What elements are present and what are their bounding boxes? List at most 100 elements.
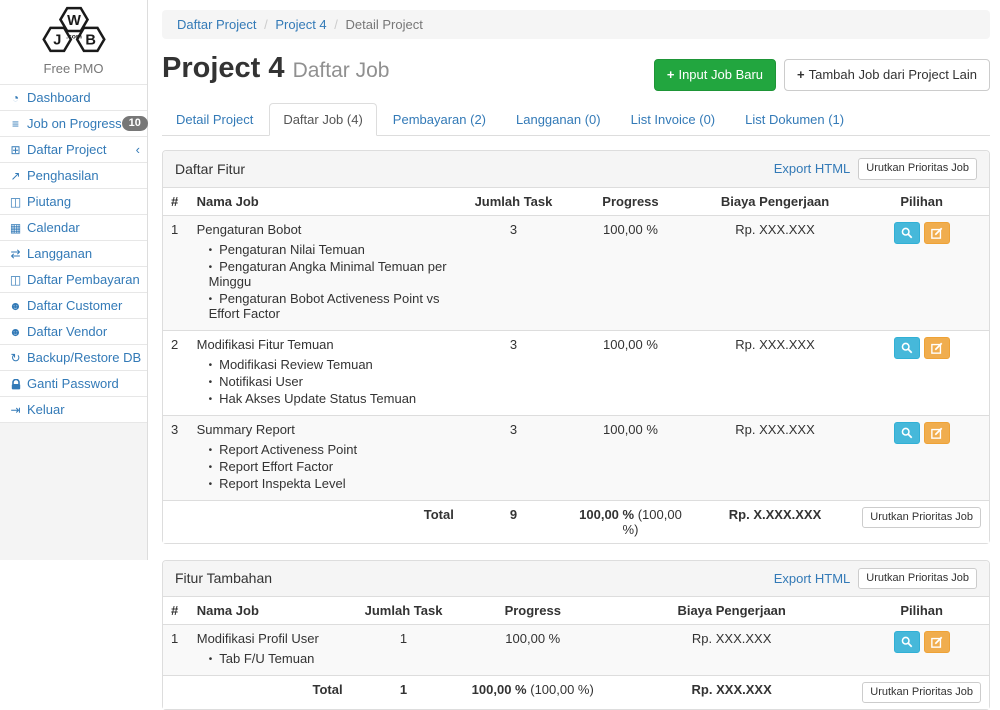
sidebar-item-daftar-vendor[interactable]: ☻ Daftar Vendor: [0, 318, 147, 344]
search-icon: [901, 636, 913, 648]
money-icon: ◫: [7, 195, 24, 209]
table-row: 2 Modifikasi Fitur Temuan Modifikasi Rev…: [163, 330, 989, 415]
lock-icon: [7, 377, 24, 391]
urutkan-prioritas-job-button[interactable]: Urutkan Prioritas Job: [858, 568, 977, 589]
job-name: Modifikasi Profil User: [197, 631, 319, 646]
total-cost: Rp. X.XXX.XXX: [696, 500, 854, 543]
edit-icon: [931, 342, 943, 354]
sidebar-item-calendar[interactable]: ▦ Calendar: [0, 214, 147, 240]
col-num: #: [163, 188, 189, 216]
fitur-tambahan-table: # Nama Job Jumlah Task Progress Biaya Pe…: [163, 597, 989, 709]
edit-icon: [931, 636, 943, 648]
tasks-icon: ≡: [7, 117, 24, 131]
sidebar-item-ganti-password[interactable]: Ganti Password: [0, 370, 147, 396]
svg-text:J: J: [53, 33, 61, 49]
line-chart-icon: ↗: [7, 169, 24, 183]
sidebar-item-langganan[interactable]: ⇄ Langganan: [0, 240, 147, 266]
sidebar: W J B .com Free PMO ◔ Dashboard ≡ Job on…: [0, 0, 148, 560]
sidebar-item-daftar-customer[interactable]: ☻ Daftar Customer: [0, 292, 147, 318]
view-job-button[interactable]: [894, 222, 920, 244]
sidebar-item-keluar[interactable]: ⇥ Keluar: [0, 396, 147, 423]
sidebar-item-daftar-project[interactable]: ⊞ Daftar Project ‹: [0, 136, 147, 162]
total-row: Total 1 100,00 % (100,00 %) Rp. XXX.XXX …: [163, 675, 989, 709]
plus-icon: +: [667, 67, 675, 82]
search-icon: [901, 342, 913, 354]
tab-langganan[interactable]: Langganan (0): [502, 103, 615, 136]
table-row: 1 Pengaturan Bobot Pengaturan Nilai Temu…: [163, 215, 989, 330]
edit-job-button[interactable]: [924, 337, 950, 359]
users-icon: ☻: [7, 325, 24, 339]
edit-job-button[interactable]: [924, 422, 950, 444]
sidebar-item-dashboard[interactable]: ◔ Dashboard: [0, 84, 147, 110]
users-icon: ☻: [7, 299, 24, 313]
search-icon: [901, 427, 913, 439]
view-job-button[interactable]: [894, 631, 920, 653]
tab-bar: Detail Project Daftar Job (4) Pembayaran…: [162, 103, 990, 136]
col-progress: Progress: [565, 188, 696, 216]
urutkan-prioritas-job-button[interactable]: Urutkan Prioritas Job: [862, 682, 981, 703]
sign-out-icon: ⇥: [7, 403, 24, 417]
search-icon: [901, 227, 913, 239]
total-row: Total 9 100,00 % (100,00 %) Rp. X.XXX.XX…: [163, 500, 989, 543]
panel-daftar-fitur: Daftar Fitur Export HTML Urutkan Priorit…: [162, 150, 990, 543]
col-nama-job: Nama Job: [189, 597, 351, 625]
col-num: #: [163, 597, 189, 625]
panel-title: Daftar Fitur: [175, 161, 245, 177]
col-jumlah-task: Jumlah Task: [462, 188, 565, 216]
sidebar-item-penghasilan[interactable]: ↗ Penghasilan: [0, 162, 147, 188]
total-cost: Rp. XXX.XXX: [609, 675, 854, 709]
breadcrumb-daftar-project[interactable]: Daftar Project: [177, 17, 256, 32]
export-html-link[interactable]: Export HTML: [774, 571, 851, 586]
view-job-button[interactable]: [894, 422, 920, 444]
job-subtasks: Tab F/U Temuan: [209, 650, 343, 667]
sidebar-item-piutang[interactable]: ◫ Piutang: [0, 188, 147, 214]
tab-list-dokumen[interactable]: List Dokumen (1): [731, 103, 858, 136]
table-header-row: # Nama Job Jumlah Task Progress Biaya Pe…: [163, 188, 989, 216]
calendar-icon: ▦: [7, 221, 24, 235]
jwb-logo-icon: W J B .com: [26, 6, 122, 54]
col-jumlah-task: Jumlah Task: [351, 597, 457, 625]
sidebar-item-job-on-progress[interactable]: ≡ Job on Progress 10: [0, 110, 147, 136]
job-subtasks: Modifikasi Review Temuan Notifikasi User…: [209, 356, 454, 407]
job-name: Pengaturan Bobot: [197, 222, 302, 237]
edit-job-button[interactable]: [924, 631, 950, 653]
tambah-job-dari-project-lain-button[interactable]: +Tambah Job dari Project Lain: [784, 59, 990, 91]
plus-icon: +: [797, 67, 805, 82]
chevron-left-icon: ‹: [136, 142, 140, 157]
breadcrumb-project-4[interactable]: Project 4: [275, 17, 326, 32]
breadcrumb: Daftar Project Project 4 Detail Project: [162, 10, 990, 39]
sidebar-menu: ◔ Dashboard ≡ Job on Progress 10 ⊞ Dafta…: [0, 84, 147, 423]
page-subtitle: Daftar Job: [293, 59, 390, 82]
job-subtasks: Report Activeness Point Report Effort Fa…: [209, 441, 454, 492]
view-job-button[interactable]: [894, 337, 920, 359]
job-name: Modifikasi Fitur Temuan: [197, 337, 334, 352]
col-nama-job: Nama Job: [189, 188, 462, 216]
total-tasks: 9: [462, 500, 565, 543]
refresh-icon: ↻: [7, 351, 24, 365]
panel-title: Fitur Tambahan: [175, 570, 272, 586]
edit-icon: [931, 227, 943, 239]
tab-detail-project[interactable]: Detail Project: [162, 103, 267, 136]
svg-text:W: W: [67, 13, 81, 29]
brand-name: Free PMO: [0, 61, 147, 76]
edit-icon: [931, 427, 943, 439]
col-biaya: Biaya Pengerjaan: [609, 597, 854, 625]
export-html-link[interactable]: Export HTML: [774, 161, 851, 176]
col-pilihan: Pilihan: [854, 597, 989, 625]
sidebar-item-backup-restore[interactable]: ↻ Backup/Restore DB: [0, 344, 147, 370]
col-pilihan: Pilihan: [854, 188, 989, 216]
tab-daftar-job[interactable]: Daftar Job (4): [269, 103, 376, 136]
urutkan-prioritas-job-button[interactable]: Urutkan Prioritas Job: [862, 507, 981, 528]
breadcrumb-detail-project: Detail Project: [330, 17, 423, 32]
edit-job-button[interactable]: [924, 222, 950, 244]
input-job-baru-button[interactable]: +Input Job Baru: [654, 59, 776, 91]
tab-pembayaran[interactable]: Pembayaran (2): [379, 103, 500, 136]
dashboard-icon: ◔: [7, 91, 24, 105]
sidebar-item-daftar-pembayaran[interactable]: ◫ Daftar Pembayaran: [0, 266, 147, 292]
col-progress: Progress: [456, 597, 609, 625]
panel-fitur-tambahan: Fitur Tambahan Export HTML Urutkan Prior…: [162, 560, 990, 710]
tab-list-invoice[interactable]: List Invoice (0): [617, 103, 730, 136]
table-icon: ⊞: [7, 143, 24, 157]
total-tasks: 1: [351, 675, 457, 709]
urutkan-prioritas-job-button[interactable]: Urutkan Prioritas Job: [858, 158, 977, 179]
